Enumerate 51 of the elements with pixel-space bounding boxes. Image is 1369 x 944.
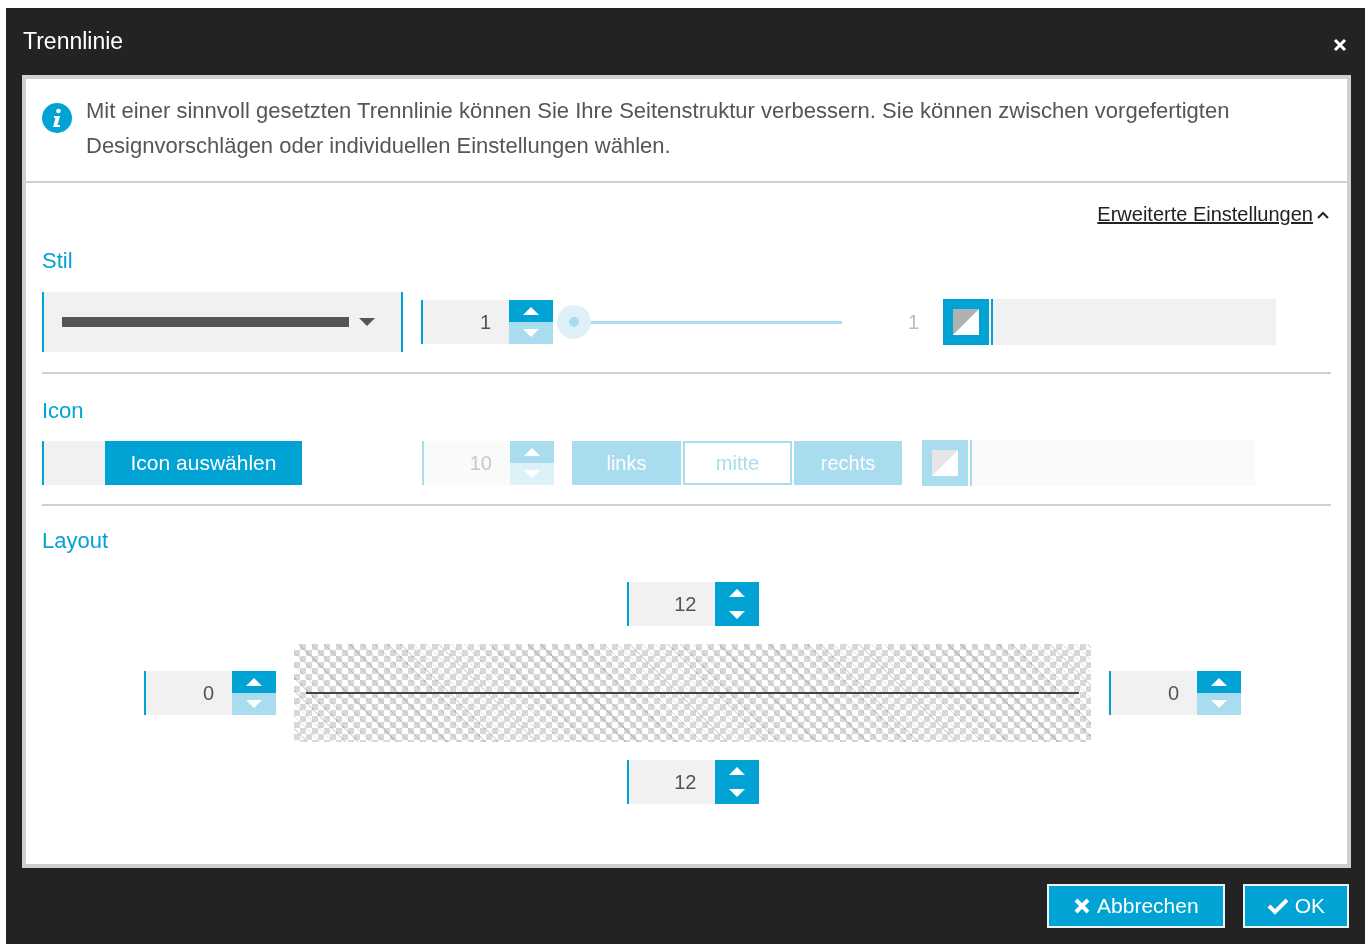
caret-down-icon — [523, 329, 539, 337]
caret-up-icon — [246, 678, 262, 686]
increment-button[interactable] — [509, 300, 553, 322]
chevron-icon — [1317, 210, 1329, 219]
close-icon — [1073, 897, 1092, 915]
caret-up-icon — [523, 307, 539, 315]
icon-preview-box — [42, 441, 105, 485]
decrement-button[interactable] — [232, 693, 276, 715]
caret-down-icon — [246, 700, 262, 708]
info-icon — [42, 103, 72, 133]
caret-up-icon — [1211, 678, 1227, 686]
color-swatch-icon — [953, 309, 979, 335]
number-field[interactable]: 0 — [1109, 671, 1197, 715]
color-button[interactable] — [943, 299, 989, 345]
caret-up-icon — [728, 589, 745, 597]
number-field[interactable]: 1 — [421, 300, 509, 344]
slider-reading: 1 — [906, 310, 919, 334]
increment-button[interactable] — [714, 760, 759, 782]
ok-button[interactable]: OK — [1242, 884, 1349, 928]
caret-up-icon — [728, 767, 745, 775]
decrement-button[interactable] — [509, 322, 553, 344]
cancel-button[interactable]: Abbrechen — [1047, 884, 1225, 928]
number-field[interactable]: 12 — [626, 582, 715, 626]
choose-icon-button[interactable]: Icon auswählen — [105, 441, 302, 485]
decrement-button[interactable] — [1197, 693, 1241, 715]
width-slider[interactable] — [557, 304, 842, 340]
dialog-title: Trennlinie — [23, 28, 124, 55]
section-heading: Stil — [42, 248, 74, 274]
section-heading: Icon — [42, 398, 85, 424]
increment-button[interactable] — [232, 671, 276, 693]
caret-down-icon — [524, 470, 540, 478]
caret-down-icon — [359, 318, 375, 326]
info-text: Mit einer sinnvoll gesetzten Trennlinie können Sie Ihre Seitenstruktur verbessern. Sie können zwischen vorgefertigten Designvorschlägen oder individuellen Einstellungen wählen. — [86, 97, 1231, 160]
advanced-settings-link[interactable]: Erweiterte Einstellungen — [1097, 203, 1329, 226]
color-field[interactable] — [991, 299, 1276, 345]
slider-thumb[interactable] — [557, 304, 591, 339]
close-icon — [1333, 37, 1347, 52]
caret-down-icon — [728, 611, 745, 619]
color-swatch-icon — [932, 450, 958, 476]
number-field[interactable]: 12 — [626, 760, 715, 804]
caret-down-icon — [1211, 700, 1227, 708]
increment-button[interactable] — [1197, 671, 1241, 693]
section-heading: Layout — [42, 528, 110, 554]
number-field[interactable]: 0 — [144, 671, 232, 715]
decrement-button[interactable] — [714, 782, 759, 804]
line-style-dropdown[interactable] — [42, 292, 403, 352]
checkmark-icon — [1266, 897, 1289, 915]
caret-up-icon — [524, 448, 540, 456]
increment-button[interactable] — [714, 582, 759, 604]
caret-down-icon — [728, 789, 745, 797]
decrement-button[interactable] — [714, 604, 759, 626]
